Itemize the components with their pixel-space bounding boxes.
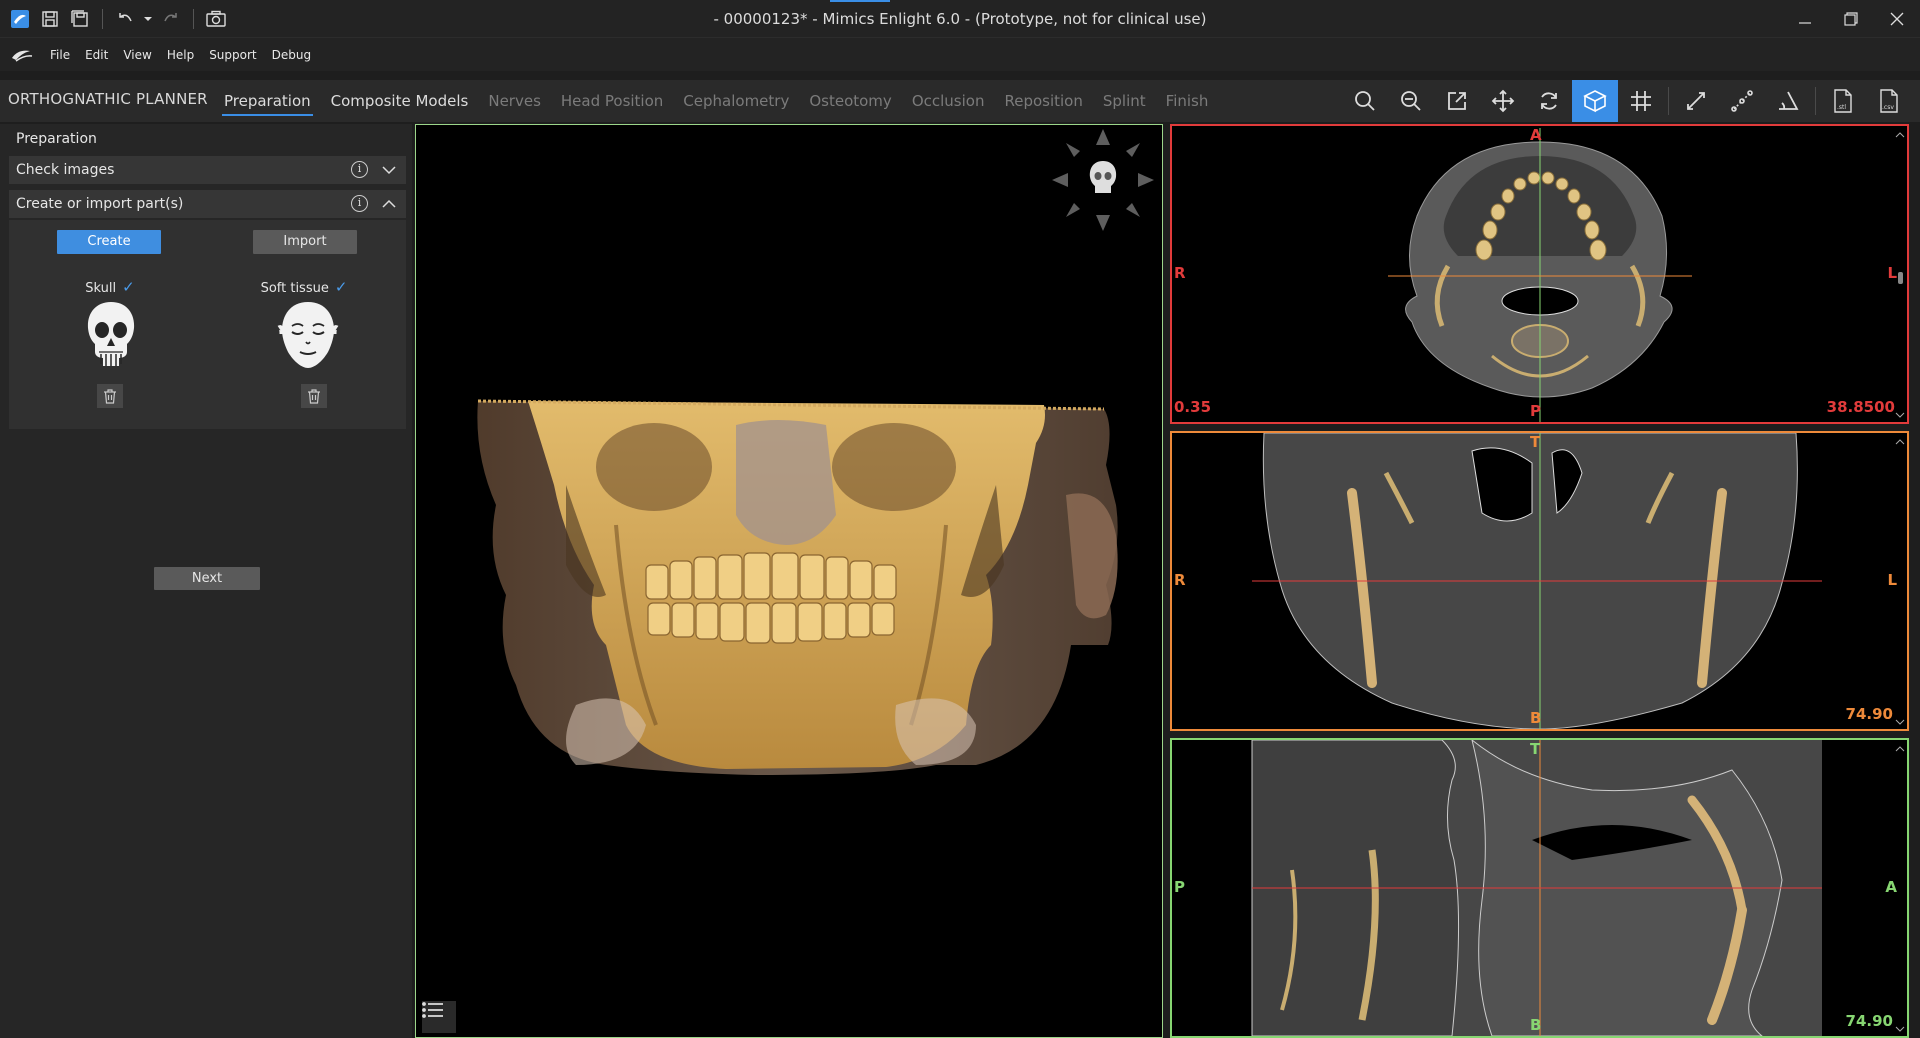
3d-view-icon[interactable] — [1572, 80, 1618, 122]
workflow-title: ORTHOGNATHIC PLANNER — [8, 90, 208, 108]
menu-bar: File Edit View Help Support Debug — [0, 38, 1920, 71]
export-csv-icon[interactable]: .csv — [1866, 80, 1912, 122]
part-soft-tissue: Soft tissue ✓ — [224, 278, 384, 408]
menu-file[interactable]: File — [50, 48, 70, 62]
tab-preparation[interactable]: Preparation — [222, 92, 313, 116]
viewport-3d[interactable] — [415, 124, 1163, 1038]
sagittal-label-bottom: B — [1530, 1016, 1542, 1034]
delete-soft-tissue-button[interactable] — [301, 384, 327, 408]
part-skull: Skull ✓ — [30, 278, 190, 408]
sagittal-ct-slice — [1251, 740, 1822, 1036]
part-soft-tissue-label: Soft tissue — [260, 281, 329, 296]
checkmark-icon: ✓ — [334, 278, 348, 296]
info-icon[interactable]: i — [351, 161, 368, 178]
coronal-label-bottom: B — [1530, 709, 1542, 727]
viewport-coronal[interactable]: T B R L 74.90 — [1170, 431, 1909, 731]
coronal-ct-slice — [1252, 433, 1822, 729]
zoom-in-icon[interactable] — [1342, 80, 1388, 122]
section-create-import-label: Create or import part(s) — [16, 196, 184, 212]
minimize-icon[interactable] — [1782, 0, 1828, 38]
skull-3d-render — [477, 399, 1118, 775]
tab-head-position[interactable]: Head Position — [559, 92, 665, 110]
sagittal-value-right: 74.90 — [1845, 1012, 1893, 1030]
face-icon[interactable] — [276, 300, 340, 374]
axial-label-left: R — [1174, 264, 1186, 282]
tab-finish[interactable]: Finish — [1164, 92, 1211, 110]
sagittal-label-left: P — [1174, 878, 1185, 896]
menu-support[interactable]: Support — [209, 48, 256, 62]
part-skull-label: Skull — [85, 281, 117, 296]
workflow-bar: ORTHOGNATHIC PLANNER Preparation Composi… — [0, 80, 1920, 122]
open-external-icon[interactable] — [1434, 80, 1480, 122]
axial-label-bottom: P — [1530, 402, 1541, 420]
axial-slice-scrollbar[interactable] — [1895, 132, 1905, 418]
chevron-up-icon[interactable] — [382, 196, 396, 210]
coronal-label-left: R — [1174, 571, 1186, 589]
measure-distance-icon[interactable] — [1673, 80, 1719, 122]
measure-angle-icon[interactable] — [1765, 80, 1811, 122]
tab-composite-models[interactable]: Composite Models — [329, 92, 471, 110]
axial-ct-slice — [1388, 128, 1692, 422]
left-panel: Preparation Check images i Create or imp… — [0, 124, 412, 1038]
coronal-slice-scrollbar[interactable] — [1895, 439, 1905, 725]
skull-icon[interactable] — [85, 300, 137, 374]
menu-view[interactable]: View — [123, 48, 151, 62]
tab-nerves[interactable]: Nerves — [486, 92, 543, 110]
toolbar-separator — [1668, 87, 1669, 115]
title-bar: - 00000123* - Mimics Enlight 6.0 - (Prot… — [0, 0, 1920, 38]
rotate-icon[interactable] — [1526, 80, 1572, 122]
viewport-sagittal[interactable]: T B P A 74.90 — [1170, 738, 1909, 1038]
list-menu-icon[interactable] — [422, 1001, 456, 1033]
tab-occlusion[interactable]: Occlusion — [910, 92, 987, 110]
view-toolbar: .stl .csv — [1342, 80, 1912, 122]
menu-edit[interactable]: Edit — [85, 48, 108, 62]
viewport-axial[interactable]: A P R L 0.35 38.8500 — [1170, 124, 1909, 424]
import-button[interactable]: Import — [253, 230, 357, 254]
panel-title: Preparation — [16, 131, 97, 147]
svg-text:.csv: .csv — [1882, 104, 1894, 111]
section-create-import[interactable]: Create or import part(s) i — [9, 190, 406, 218]
next-button[interactable]: Next — [154, 567, 260, 590]
svg-text:.stl: .stl — [1837, 104, 1846, 111]
toolbar-separator — [1815, 87, 1816, 115]
restore-icon[interactable] — [1828, 0, 1874, 38]
measure-3d-distance-icon[interactable] — [1719, 80, 1765, 122]
export-stl-icon[interactable]: .stl — [1820, 80, 1866, 122]
section-check-images-label: Check images — [16, 162, 115, 178]
zoom-out-icon[interactable] — [1388, 80, 1434, 122]
sagittal-label-top: T — [1530, 740, 1541, 758]
orientation-cube[interactable] — [1048, 125, 1158, 235]
checkmark-icon: ✓ — [122, 278, 135, 296]
axial-label-top: A — [1530, 126, 1542, 144]
coronal-value-right: 74.90 — [1845, 705, 1893, 723]
menu-debug[interactable]: Debug — [272, 48, 311, 62]
create-import-body: Create Import Skull ✓ Soft tissue ✓ — [9, 220, 406, 429]
window-title: - 00000123* - Mimics Enlight 6.0 - (Prot… — [713, 10, 1207, 28]
pan-icon[interactable] — [1480, 80, 1526, 122]
tab-reposition[interactable]: Reposition — [1002, 92, 1084, 110]
coronal-label-top: T — [1530, 433, 1541, 451]
create-button[interactable]: Create — [57, 230, 161, 254]
tab-cephalometry[interactable]: Cephalometry — [681, 92, 791, 110]
part-skull-label-row: Skull ✓ — [30, 278, 190, 296]
menu-help[interactable]: Help — [167, 48, 194, 62]
info-icon[interactable]: i — [351, 195, 368, 212]
delete-skull-button[interactable] — [97, 384, 123, 408]
sagittal-slice-scrollbar[interactable] — [1895, 746, 1905, 1032]
mini-skull-icon — [1089, 161, 1117, 193]
axial-value-right: 38.8500 — [1826, 398, 1895, 416]
tab-osteotomy[interactable]: Osteotomy — [807, 92, 893, 110]
close-icon[interactable] — [1874, 0, 1920, 38]
workflow-tabs: Preparation Composite Models Nerves Head… — [222, 80, 1226, 122]
window-controls — [1782, 0, 1920, 38]
axial-value-left: 0.35 — [1174, 398, 1212, 416]
tab-splint[interactable]: Splint — [1101, 92, 1148, 110]
grid-icon[interactable] — [1618, 80, 1664, 122]
chevron-down-icon[interactable] — [382, 162, 396, 176]
title-accent-line — [830, 0, 890, 2]
brand-logo-icon — [10, 47, 34, 63]
section-check-images[interactable]: Check images i — [9, 156, 406, 184]
part-soft-tissue-label-row: Soft tissue ✓ — [224, 278, 384, 296]
